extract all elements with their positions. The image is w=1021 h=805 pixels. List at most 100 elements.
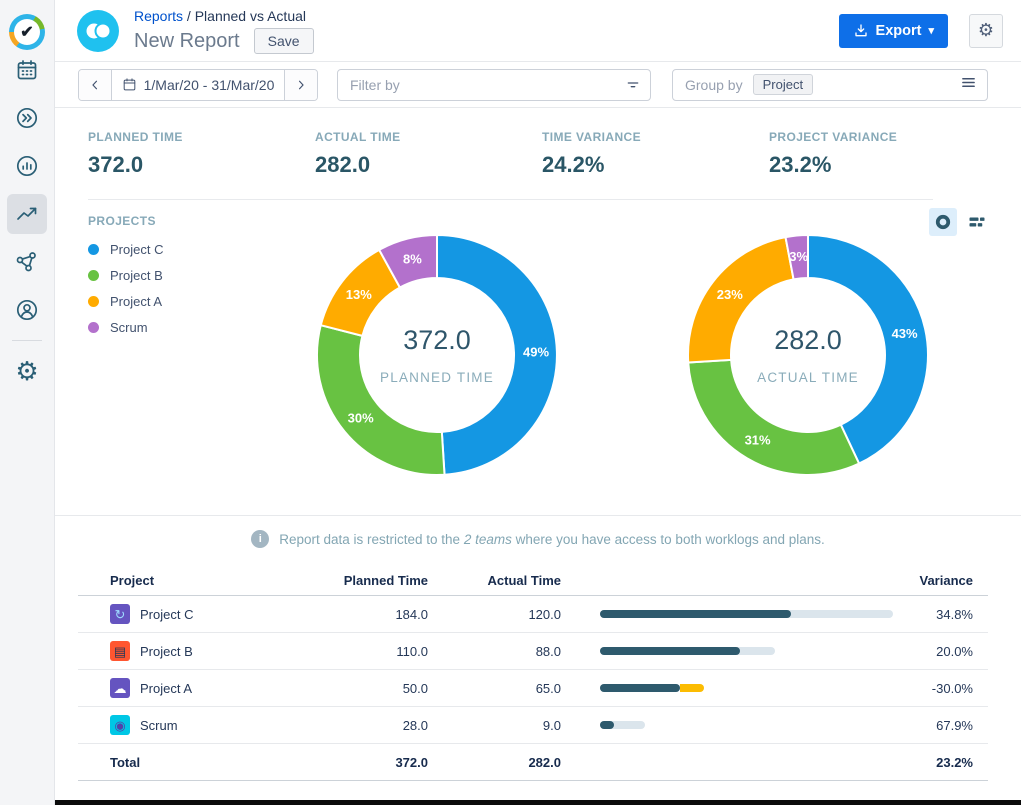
column-header-variance[interactable]: Variance xyxy=(893,573,988,588)
projects-section-title: PROJECTS xyxy=(88,214,156,228)
table-row[interactable]: ▤ Project B 110.0 88.0 20.0% xyxy=(78,633,988,670)
legend-item[interactable]: Project B xyxy=(88,262,163,288)
project-avatar-icon: ↻ xyxy=(110,604,130,624)
table-row[interactable]: ↻ Project C 184.0 120.0 34.8% xyxy=(78,596,988,633)
svg-text:43%: 43% xyxy=(892,326,918,341)
filter-box xyxy=(337,69,651,101)
breadcrumb-current: Planned vs Actual xyxy=(195,8,306,24)
chevron-left-icon xyxy=(88,78,102,92)
date-range-label: 1/Mar/20 - 31/Mar/20 xyxy=(144,77,275,93)
report-settings-button[interactable]: ⚙ xyxy=(969,14,1003,48)
filter-input[interactable] xyxy=(337,69,651,101)
share-network-icon xyxy=(15,250,39,274)
window-bottom-edge xyxy=(55,800,1021,805)
table-total-row: Total 372.0 282.0 23.2% xyxy=(78,744,988,781)
planned-value: 110.0 xyxy=(293,644,428,659)
previous-period-button[interactable] xyxy=(79,70,111,100)
variance-value: 20.0% xyxy=(893,644,988,659)
sidebar-item-graphic-reports[interactable] xyxy=(7,194,47,234)
gear-icon: ⚙ xyxy=(15,358,38,384)
svg-text:282.0: 282.0 xyxy=(774,325,842,355)
svg-text:3%: 3% xyxy=(789,249,808,264)
progress-bar xyxy=(600,647,893,655)
summary-stats: PLANNED TIME 372.0 ACTUAL TIME 282.0 TIM… xyxy=(55,108,1021,199)
actual-value: 88.0 xyxy=(428,644,561,659)
legend-item[interactable]: Project A xyxy=(88,288,163,314)
stat-label: PLANNED TIME xyxy=(88,130,315,144)
project-avatar-icon: ☁ xyxy=(110,678,130,698)
svg-text:23%: 23% xyxy=(717,287,743,302)
breadcrumb: Reports / Planned vs Actual xyxy=(134,7,839,25)
total-variance: 23.2% xyxy=(893,755,988,770)
person-circle-icon xyxy=(15,298,39,322)
legend-item[interactable]: Project C xyxy=(88,236,163,262)
variance-value: 34.8% xyxy=(893,607,988,622)
legend-item[interactable]: Scrum xyxy=(88,314,163,340)
bar-chart-circle-icon xyxy=(15,154,39,178)
info-icon: i xyxy=(251,530,269,548)
column-header-project[interactable]: Project xyxy=(78,573,293,588)
stat-label: PROJECT VARIANCE xyxy=(769,130,996,144)
stat-label: TIME VARIANCE xyxy=(542,130,769,144)
planned-value: 50.0 xyxy=(293,681,428,696)
breadcrumb-reports-link[interactable]: Reports xyxy=(134,8,183,24)
variance-value: 67.9% xyxy=(893,718,988,733)
project-name: Project C xyxy=(140,607,193,622)
svg-text:ACTUAL TIME: ACTUAL TIME xyxy=(757,370,859,385)
total-planned: 372.0 xyxy=(293,755,428,770)
chart-legend: Project C Project B Project A Scrum xyxy=(88,236,163,340)
charts-section: PROJECTS Project C xyxy=(55,200,1021,515)
sidebar-item-settings[interactable]: ⚙ xyxy=(7,351,47,391)
table-row[interactable]: ☁ Project A 50.0 65.0 -30.0% xyxy=(78,670,988,707)
filter-icon[interactable] xyxy=(625,77,641,98)
planned-value: 28.0 xyxy=(293,718,428,733)
column-header-planned-time[interactable]: Planned Time xyxy=(293,573,428,588)
actual-value: 65.0 xyxy=(428,681,561,696)
legend-dot xyxy=(88,244,99,255)
sidebar-item-account[interactable] xyxy=(7,290,47,330)
group-by-chip[interactable]: Project xyxy=(753,74,813,95)
toolbar: 1/Mar/20 - 31/Mar/20 Group by Project xyxy=(55,62,1021,108)
project-avatar-icon: ◉ xyxy=(110,715,130,735)
date-navigator: 1/Mar/20 - 31/Mar/20 xyxy=(78,69,318,101)
stat-value: 282.0 xyxy=(315,152,542,178)
app-window: ✔ xyxy=(0,0,1021,805)
export-button[interactable]: Export ▾ xyxy=(839,14,948,48)
svg-text:8%: 8% xyxy=(403,252,422,267)
bars-view-toggle[interactable] xyxy=(963,208,991,236)
stat-value: 24.2% xyxy=(542,152,769,178)
progress-bar xyxy=(600,610,893,618)
next-period-button[interactable] xyxy=(285,70,317,100)
column-header-actual-time[interactable]: Actual Time xyxy=(428,573,561,588)
stat-actual-time: ACTUAL TIME 282.0 xyxy=(315,130,542,199)
actual-time-donut-chart[interactable]: 43%31%23%3% 282.0 ACTUAL TIME xyxy=(678,225,938,485)
stat-project-variance: PROJECT VARIANCE 23.2% xyxy=(769,130,996,199)
variance-value: -30.0% xyxy=(893,681,988,696)
table-row[interactable]: ◉ Scrum 28.0 9.0 67.9% xyxy=(78,707,988,744)
save-button[interactable]: Save xyxy=(254,28,314,54)
sidebar-item-calendar[interactable] xyxy=(7,50,47,90)
sidebar-divider xyxy=(12,340,42,341)
legend-dot xyxy=(88,270,99,281)
stat-label: ACTUAL TIME xyxy=(315,130,542,144)
project-name: Project B xyxy=(140,644,193,659)
chart-view-toggles xyxy=(929,208,991,236)
stat-time-variance: TIME VARIANCE 24.2% xyxy=(542,130,769,199)
planned-time-donut-chart[interactable]: 49%30%13%8% 372.0 PLANNED TIME xyxy=(307,225,567,485)
tempo-logo-checkmark-icon: ✔ xyxy=(14,19,40,45)
calendar-icon xyxy=(15,58,39,82)
group-by-control[interactable]: Group by Project xyxy=(672,69,988,101)
legend-dot xyxy=(88,296,99,307)
sidebar-item-integrations[interactable] xyxy=(7,242,47,282)
page-title: New Report xyxy=(134,30,240,53)
sidebar-item-reports[interactable] xyxy=(7,146,47,186)
chevron-down-icon: ▾ xyxy=(928,24,934,37)
project-name: Scrum xyxy=(140,718,178,733)
sidebar: ✔ xyxy=(0,0,55,805)
tempo-logo[interactable]: ✔ xyxy=(9,14,45,50)
date-range-button[interactable]: 1/Mar/20 - 31/Mar/20 xyxy=(111,70,285,100)
stat-value: 23.2% xyxy=(769,152,996,178)
hamburger-icon[interactable] xyxy=(960,75,977,95)
planned-value: 184.0 xyxy=(293,607,428,622)
sidebar-item-planning[interactable] xyxy=(7,98,47,138)
